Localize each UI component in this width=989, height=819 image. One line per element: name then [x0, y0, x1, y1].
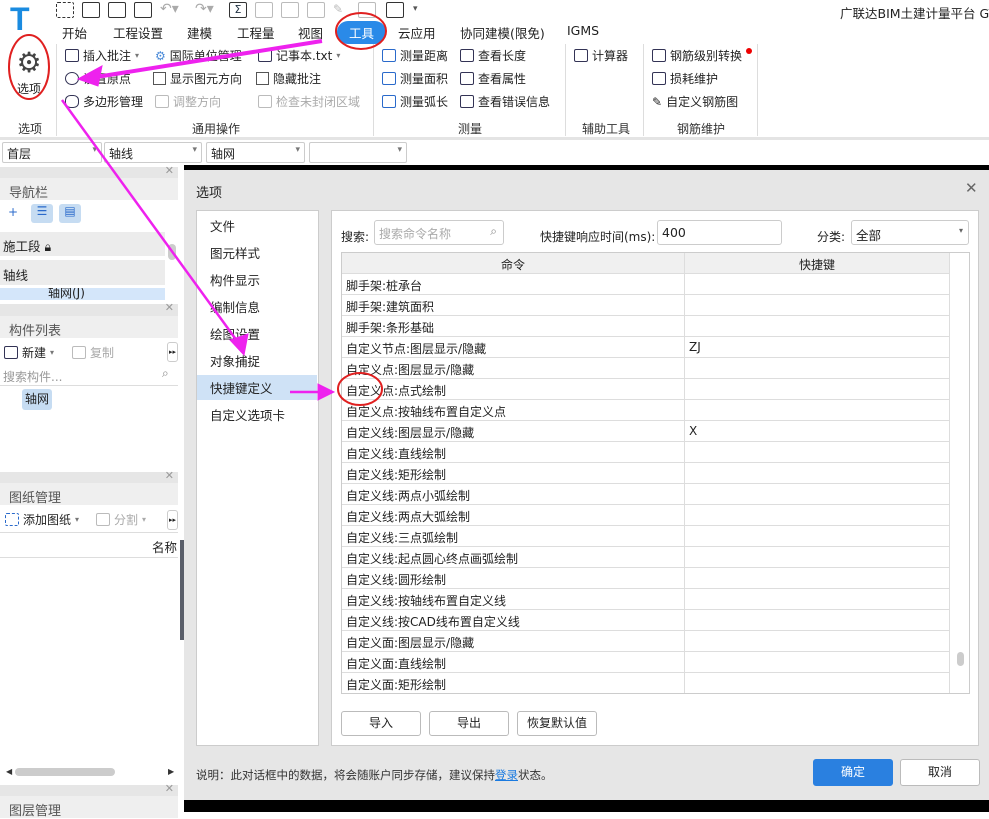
annotation-overlay — [8, 12, 387, 406]
annotation-circle-tools-tab — [335, 12, 387, 50]
annotation-arrow-1 — [89, 39, 323, 80]
annotation-circle-options — [8, 34, 50, 100]
annotation-circle-row — [337, 372, 383, 406]
annotation-arrow-2 — [60, 99, 242, 346]
